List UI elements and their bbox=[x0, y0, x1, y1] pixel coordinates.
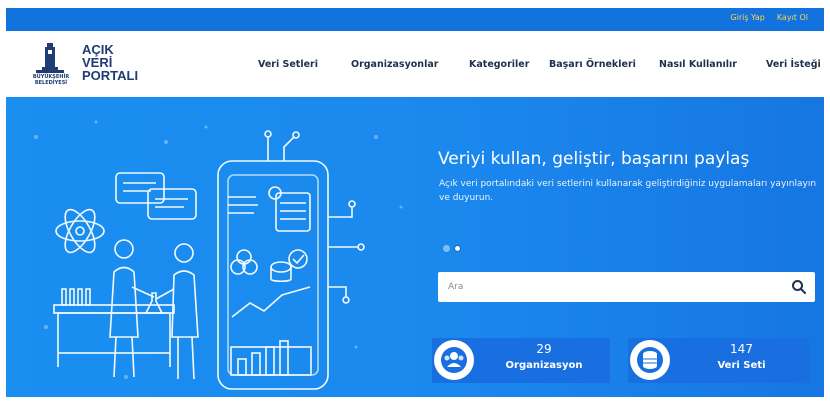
logo-wordmark: AÇIK VERİ PORTALI bbox=[82, 43, 138, 82]
stat-datasets-label: Veri Seti bbox=[717, 360, 766, 371]
register-link[interactable]: Kayıt Ol bbox=[777, 13, 808, 22]
search-input[interactable] bbox=[438, 272, 778, 302]
stat-organizations-text: 29 Organizasyon bbox=[478, 342, 610, 374]
top-bar: Giriş Yap Kayıt Ol bbox=[6, 8, 824, 31]
menu-item-veri-istegi[interactable]: Veri İsteği bbox=[766, 59, 821, 70]
organization-icon bbox=[434, 340, 474, 380]
logo-subtitle: BÜYÜKŞEHİR BELEDİYESİ bbox=[30, 74, 72, 86]
menu-item-organizasyonlar[interactable]: Organizasyonlar bbox=[351, 59, 469, 70]
menu-item-kategoriler[interactable]: Kategoriler bbox=[469, 59, 549, 70]
page: Giriş Yap Kayıt Ol BÜYÜKŞEHİR BELEDİYESİ… bbox=[6, 0, 824, 405]
main-menu: Veri Setleri Organizasyonlar Kategoriler… bbox=[258, 59, 821, 70]
menu-item-veri-setleri[interactable]: Veri Setleri bbox=[258, 59, 351, 70]
main-navbar: BÜYÜKŞEHİR BELEDİYESİ AÇIK VERİ PORTALI … bbox=[6, 31, 824, 97]
carousel-dot-1[interactable] bbox=[443, 245, 450, 252]
hero-title: Veriyi kullan, geliştir, başarını paylaş bbox=[438, 149, 750, 169]
carousel-indicators bbox=[443, 245, 461, 252]
stat-datasets-count: 147 bbox=[730, 342, 753, 356]
logo-line3: PORTALI bbox=[82, 68, 139, 83]
stat-organizations-count: 29 bbox=[536, 342, 552, 356]
stat-datasets[interactable]: 147 Veri Seti bbox=[628, 338, 809, 383]
search-icon[interactable] bbox=[791, 279, 807, 295]
carousel-dot-2[interactable] bbox=[454, 245, 461, 252]
site-logo[interactable]: BÜYÜKŞEHİR BELEDİYESİ AÇIK VERİ PORTALI bbox=[30, 41, 160, 87]
stat-organizations-label: Organizasyon bbox=[505, 360, 583, 371]
menu-item-nasil-kullanilir[interactable]: Nasıl Kullanılır bbox=[659, 59, 766, 70]
auth-links: Giriş Yap Kayıt Ol bbox=[730, 13, 808, 22]
stat-organizations[interactable]: 29 Organizasyon bbox=[432, 338, 610, 383]
hero-illustration bbox=[34, 120, 403, 390]
menu-item-basari-ornekleri[interactable]: Başarı Örnekleri bbox=[549, 59, 659, 70]
hero-description: Açık veri portalındaki veri setlerini ku… bbox=[439, 179, 817, 203]
login-link[interactable]: Giriş Yap bbox=[730, 13, 764, 22]
hero-banner: Veriyi kullan, geliştir, başarını paylaş… bbox=[6, 97, 824, 397]
search-box bbox=[438, 272, 815, 302]
logo-subtitle-line2: BELEDİYESİ bbox=[34, 80, 68, 86]
stat-datasets-text: 147 Veri Seti bbox=[674, 342, 809, 374]
dataset-icon bbox=[630, 340, 670, 380]
